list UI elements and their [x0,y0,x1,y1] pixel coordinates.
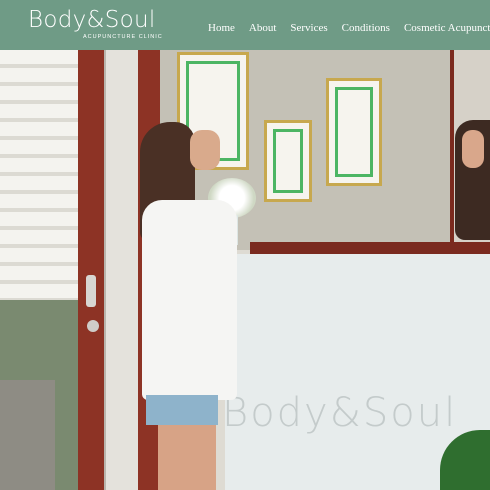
logo[interactable]: Body&Soul ACUPUNCTURE CLINIC [28,6,162,40]
certificate-frame [326,78,382,186]
woman-legs [158,425,216,490]
door-frame [78,50,104,490]
door-lock [87,320,99,332]
woman-shorts [146,395,218,425]
nav-services[interactable]: Services [290,22,327,34]
garden-rock [0,380,55,490]
door-glass [104,50,140,490]
woman-face [190,130,220,170]
counter-top [250,242,490,254]
door-handle [86,275,96,307]
certificate-frame [264,120,312,202]
nav-about[interactable]: About [249,22,277,34]
woman-shirt [142,200,237,400]
hero-image: Body&Soul [0,50,490,490]
nav-cosmetic-acupuncture[interactable]: Cosmetic Acupuncture [404,22,490,34]
counter-logo-watermark: Body&Soul [222,390,458,436]
nav-home[interactable]: Home [208,22,235,34]
logo-tagline: ACUPUNCTURE CLINIC [83,34,163,40]
reflection-face [462,130,484,168]
logo-name: Body&Soul [28,7,156,33]
nav-conditions[interactable]: Conditions [342,22,390,34]
main-nav: Home About Services Conditions Cosmetic … [208,18,490,36]
site-header: Body&Soul ACUPUNCTURE CLINIC Home About … [0,0,490,50]
